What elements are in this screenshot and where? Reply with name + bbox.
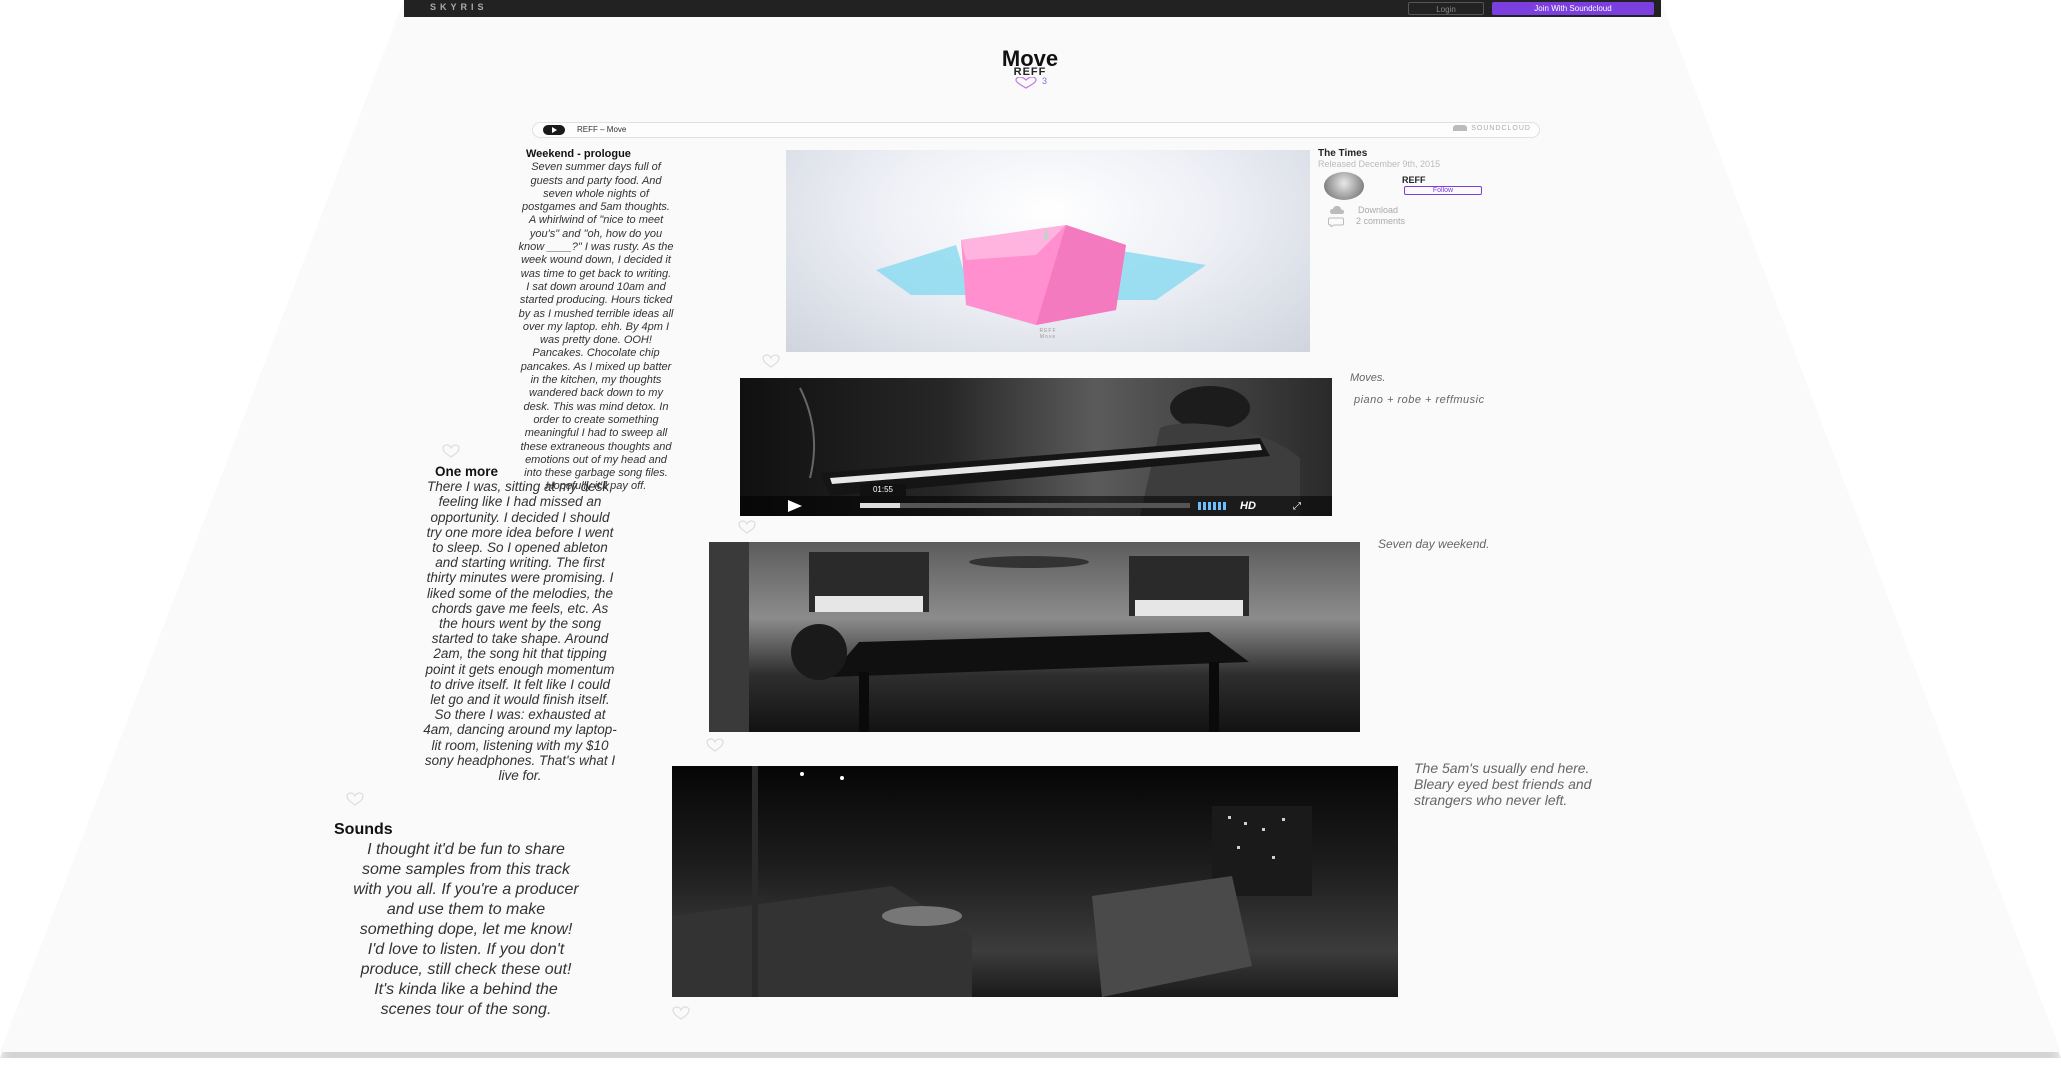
heart-icon[interactable] — [706, 738, 724, 752]
page: SKYRIS Login Join With Soundcloud Move R… — [0, 0, 2061, 1052]
like-button[interactable]: 3 — [1010, 76, 1060, 90]
comment-icon — [1328, 217, 1344, 227]
dining-room-image[interactable] — [709, 542, 1360, 732]
block-heading: Weekend - prologue — [526, 148, 631, 160]
block-body: There I was, sitting at my desk, feeling… — [423, 479, 617, 784]
soundcloud-player: REFF – Move SOUNDCLOUD — [532, 122, 1540, 138]
comments-label: 2 comments — [1356, 216, 1406, 226]
night-patio-image[interactable] — [672, 766, 1398, 997]
release-date: Released December 9th, 2015 — [1318, 159, 1441, 169]
login-button[interactable]: Login — [1408, 2, 1484, 15]
video-progress-fill — [860, 503, 900, 508]
volume-icon[interactable] — [1198, 502, 1226, 510]
video-caption: Moves. — [1350, 372, 1386, 384]
heart-icon[interactable] — [442, 444, 460, 458]
photo-contents — [672, 766, 1312, 997]
sidebar-artist-name[interactable]: REFF — [1402, 175, 1426, 185]
soundcloud-label: SOUNDCLOUD — [1471, 125, 1531, 132]
block-body: I thought it'd be fun to share some samp… — [353, 841, 579, 1018]
brand-logo[interactable]: SKYRIS — [430, 2, 488, 12]
artist-avatar[interactable] — [1324, 172, 1364, 200]
play-icon[interactable] — [543, 125, 565, 135]
video-controls: 01:55 HD ⤢ — [740, 484, 1332, 516]
album-title[interactable]: The Times — [1318, 148, 1367, 159]
photo-contents — [709, 542, 1249, 732]
heart-icon — [1015, 77, 1037, 89]
player-track-label[interactable]: REFF – Move — [577, 125, 626, 134]
story-block: One more There I was, sitting at my desk… — [340, 464, 700, 783]
soundcloud-logo[interactable]: SOUNDCLOUD — [1453, 125, 1531, 132]
patio-caption: The 5am's usually end here. Bleary eyed … — [1414, 760, 1592, 808]
like-count: 3 — [1042, 76, 1048, 86]
join-soundcloud-button[interactable]: Join With Soundcloud — [1492, 2, 1654, 15]
video-timestamp: 01:55 — [860, 484, 906, 496]
heart-icon[interactable] — [762, 354, 780, 368]
video-player[interactable]: 01:55 HD ⤢ — [740, 378, 1332, 516]
cover-art-image[interactable]: REFF Move — [786, 150, 1310, 352]
block-body: Seven summer days full of guests and par… — [518, 161, 674, 493]
heart-icon[interactable] — [346, 792, 364, 806]
cloud-icon — [1453, 125, 1468, 132]
block-heading: One more — [435, 464, 499, 479]
cloud-download-icon — [1330, 206, 1344, 214]
dining-caption: Seven day weekend. — [1378, 537, 1490, 551]
play-icon[interactable] — [788, 500, 802, 512]
heart-icon[interactable] — [672, 1006, 690, 1020]
story-block: Sounds I thought it'd be fun to share so… — [276, 820, 656, 1020]
cube-illustration — [876, 225, 1206, 325]
story-block: Weekend - prologue Seven summer days ful… — [446, 148, 746, 494]
follow-button[interactable]: Follow — [1404, 186, 1482, 195]
block-heading: Sounds — [334, 821, 393, 838]
cover-label: REFF Move — [1039, 328, 1057, 340]
video-progress-bar[interactable] — [860, 503, 1190, 508]
heart-icon[interactable] — [738, 520, 756, 534]
fullscreen-icon[interactable]: ⤢ — [1293, 501, 1301, 512]
download-label: Download — [1358, 205, 1399, 215]
hd-quality-toggle[interactable]: HD — [1240, 500, 1256, 512]
video-credits: piano + robe + reffmusic — [1354, 394, 1485, 406]
